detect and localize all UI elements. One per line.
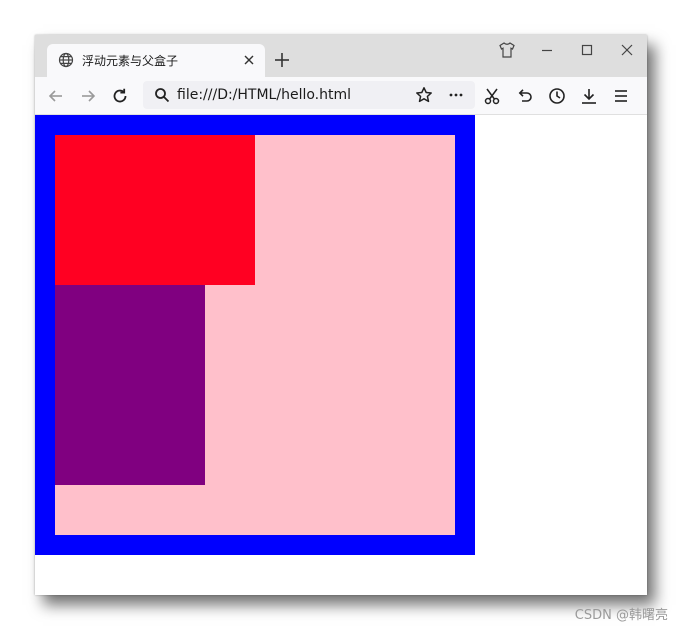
float-box-purple bbox=[55, 285, 205, 485]
address-bar[interactable] bbox=[143, 81, 475, 109]
parent-box bbox=[35, 115, 475, 555]
nav-toolbar bbox=[35, 77, 647, 115]
maximize-icon[interactable] bbox=[578, 41, 596, 59]
history-icon[interactable] bbox=[547, 86, 567, 106]
undo-icon[interactable] bbox=[515, 86, 535, 106]
minimize-icon[interactable] bbox=[538, 41, 556, 59]
arrow-left-icon[interactable] bbox=[46, 86, 66, 106]
plus-icon[interactable] bbox=[273, 51, 291, 69]
float-box-red bbox=[55, 135, 255, 285]
shirt-icon[interactable] bbox=[498, 41, 516, 59]
tab-bar: 浮动元素与父盒子 bbox=[35, 35, 647, 77]
watermark: CSDN @韩曙亮 bbox=[574, 608, 668, 623]
menu-icon[interactable] bbox=[611, 86, 631, 106]
tab-title: 浮动元素与父盒子 bbox=[82, 54, 179, 68]
arrow-right-icon[interactable] bbox=[78, 86, 98, 106]
close-icon[interactable] bbox=[241, 52, 257, 68]
browser-window: 浮动元素与父盒子 bbox=[35, 35, 647, 595]
more-icon[interactable] bbox=[447, 86, 465, 104]
page-viewport bbox=[35, 115, 647, 595]
window-close-icon[interactable] bbox=[618, 41, 636, 59]
download-icon[interactable] bbox=[579, 86, 599, 106]
url-input[interactable] bbox=[177, 84, 407, 106]
reload-icon[interactable] bbox=[110, 86, 130, 106]
scissors-icon[interactable] bbox=[483, 86, 503, 106]
tab-active[interactable]: 浮动元素与父盒子 bbox=[47, 44, 265, 77]
star-icon[interactable] bbox=[415, 86, 433, 104]
globe-icon bbox=[58, 52, 74, 68]
search-icon bbox=[154, 87, 170, 103]
